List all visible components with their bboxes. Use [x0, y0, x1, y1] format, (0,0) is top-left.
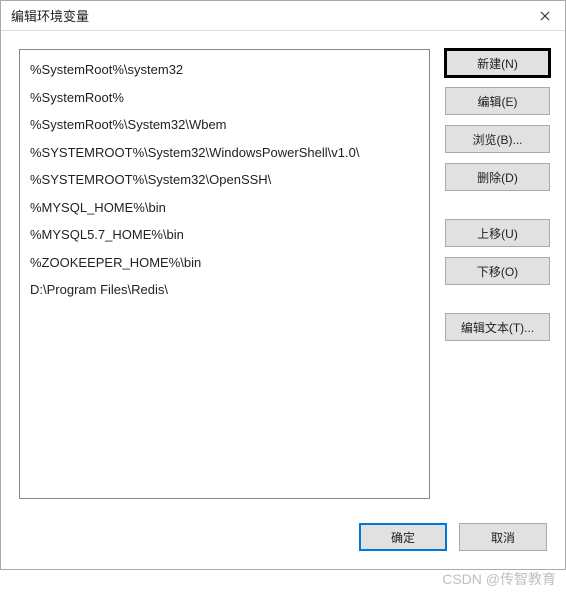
new-button[interactable]: 新建(N) — [445, 49, 550, 77]
path-listbox[interactable]: %SystemRoot%\system32 %SystemRoot% %Syst… — [19, 49, 430, 499]
list-item[interactable]: %SystemRoot%\System32\Wbem — [20, 111, 429, 139]
titlebar: 编辑环境变量 — [1, 1, 565, 31]
movedown-button[interactable]: 下移(O) — [445, 257, 550, 285]
delete-button[interactable]: 删除(D) — [445, 163, 550, 191]
watermark: CSDN @传智教育 — [442, 569, 556, 589]
list-item[interactable]: %MYSQL5.7_HOME%\bin — [20, 221, 429, 249]
dialog-title: 编辑环境变量 — [11, 6, 525, 25]
cancel-button[interactable]: 取消 — [459, 523, 547, 551]
list-item[interactable]: %MYSQL_HOME%\bin — [20, 194, 429, 222]
dialog-footer: 确定 取消 — [1, 509, 565, 569]
list-item[interactable]: %SYSTEMROOT%\System32\OpenSSH\ — [20, 166, 429, 194]
close-icon — [540, 11, 550, 21]
list-item[interactable]: %SYSTEMROOT%\System32\WindowsPowerShell\… — [20, 139, 429, 167]
close-button[interactable] — [525, 1, 565, 31]
dialog-body: %SystemRoot%\system32 %SystemRoot% %Syst… — [1, 31, 565, 569]
edittext-button[interactable]: 编辑文本(T)... — [445, 313, 550, 341]
edit-button[interactable]: 编辑(E) — [445, 87, 550, 115]
moveup-button[interactable]: 上移(U) — [445, 219, 550, 247]
main-row: %SystemRoot%\system32 %SystemRoot% %Syst… — [1, 31, 565, 509]
list-item[interactable]: %SystemRoot%\system32 — [20, 56, 429, 84]
edit-env-var-dialog: 编辑环境变量 %SystemRoot%\system32 %SystemRoot… — [0, 0, 566, 570]
list-item[interactable]: %ZOOKEEPER_HOME%\bin — [20, 249, 429, 277]
list-item[interactable]: D:\Program Files\Redis\ — [20, 276, 429, 304]
list-item[interactable]: %SystemRoot% — [20, 84, 429, 112]
browse-button[interactable]: 浏览(B)... — [445, 125, 550, 153]
ok-button[interactable]: 确定 — [359, 523, 447, 551]
side-buttons: 新建(N) 编辑(E) 浏览(B)... 删除(D) 上移(U) 下移(O) 编… — [445, 49, 550, 499]
